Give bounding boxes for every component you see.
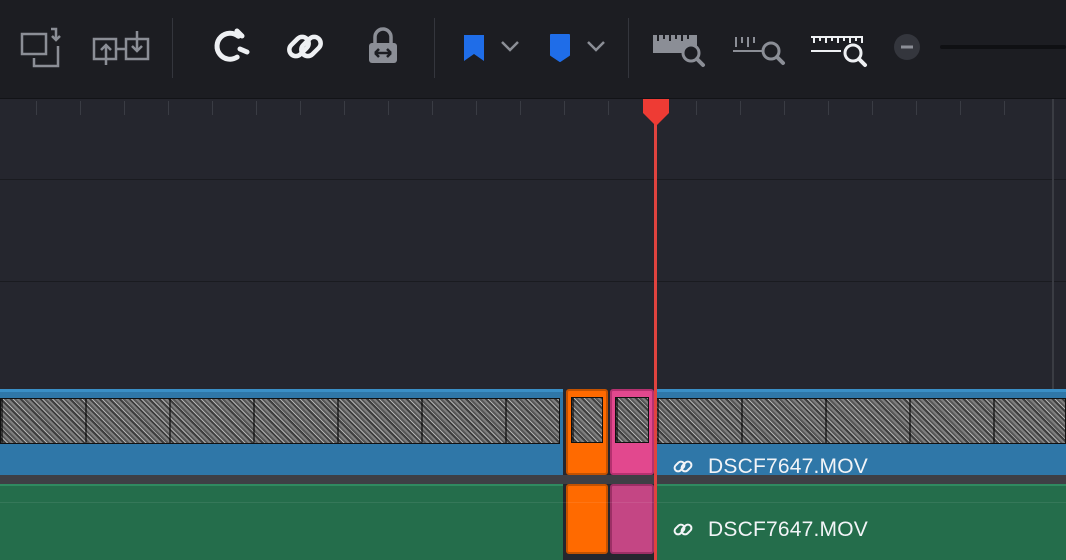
track-divider	[0, 475, 1066, 484]
empty-video-track[interactable]	[0, 181, 1066, 281]
empty-track-area	[0, 121, 1066, 179]
audio-waveform-baseline	[0, 502, 1066, 503]
playhead-handle[interactable]	[641, 99, 671, 127]
zoom-slider[interactable]	[940, 45, 1066, 49]
empty-video-track[interactable]	[0, 283, 1066, 387]
timeline-toolbar	[0, 0, 1066, 99]
timeline-end-marker	[1052, 99, 1054, 389]
minus-icon[interactable]	[892, 22, 922, 72]
track-divider	[0, 281, 1066, 282]
overwrite-swap-icon[interactable]	[92, 22, 152, 72]
inserted-audio-orange[interactable]	[566, 484, 608, 554]
track-divider	[0, 179, 1066, 180]
zoom-full-icon[interactable]	[650, 22, 710, 72]
inserted-audio-pink[interactable]	[610, 484, 654, 554]
video-track-1	[0, 389, 1066, 475]
toolbar-separator	[434, 18, 435, 78]
inserted-clip-orange[interactable]	[566, 389, 608, 475]
marker-dropdown-chevron-icon[interactable]	[582, 22, 610, 72]
flag-icon[interactable]	[456, 22, 492, 72]
link-icon[interactable]	[280, 22, 330, 72]
zoom-custom-icon[interactable]	[808, 22, 870, 72]
flag-dropdown-chevron-icon[interactable]	[496, 22, 524, 72]
video-clip-left[interactable]	[0, 389, 563, 475]
inserted-clip-pink[interactable]	[610, 389, 654, 475]
toolbar-separator	[628, 18, 629, 78]
playhead-line[interactable]	[654, 108, 657, 560]
marker-icon[interactable]	[542, 22, 578, 72]
audio-clip-label: DSCF7647.MOV	[672, 516, 868, 544]
timecode-ruler[interactable]	[0, 99, 1066, 121]
magnet-icon[interactable]	[202, 22, 252, 72]
lock-icon[interactable]	[358, 22, 408, 72]
audio-clip-name: DSCF7647.MOV	[708, 518, 868, 541]
link-icon	[672, 519, 694, 541]
audio-track-1	[0, 484, 1066, 560]
toolbar-separator	[172, 18, 173, 78]
clip-thumbnails	[571, 397, 603, 443]
timeline-view-options-icon[interactable]	[18, 22, 68, 72]
audio-clip-left[interactable]	[0, 484, 563, 560]
zoom-detail-icon[interactable]	[730, 22, 790, 72]
clip-thumbnails	[656, 398, 1066, 444]
clip-thumbnails	[615, 397, 649, 443]
clip-thumbnails	[0, 398, 560, 444]
